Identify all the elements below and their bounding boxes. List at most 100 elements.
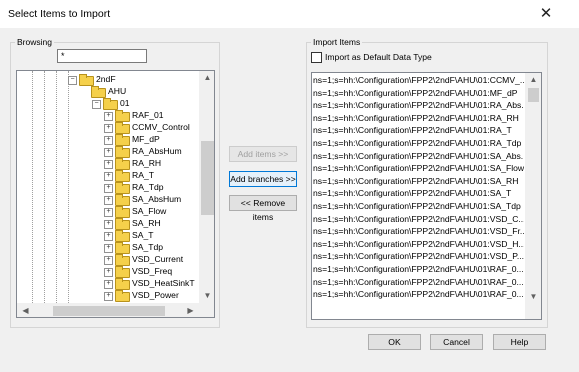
tree-item-label: VSD_HeatSinkT: [132, 278, 195, 288]
expand-icon[interactable]: +: [104, 184, 113, 193]
tree-item[interactable]: − 01: [17, 98, 199, 110]
collapse-icon[interactable]: −: [92, 100, 101, 109]
folder-icon: [115, 194, 130, 206]
tree-item-label: SA_Tdp: [132, 242, 164, 252]
list-item[interactable]: ns=1;s=hh:\Configuration\FPP2\2ndF\AHU\0…: [313, 113, 524, 124]
expand-icon[interactable]: +: [104, 160, 113, 169]
expand-icon[interactable]: +: [104, 232, 113, 241]
tree-item[interactable]: + CCMV_Control: [17, 122, 199, 134]
tree-scroll-thumb[interactable]: [201, 141, 214, 215]
folder-icon: [115, 182, 130, 194]
tree-item-label: CCMV_Control: [132, 122, 190, 132]
tree-item[interactable]: + RA_T: [17, 170, 199, 182]
expand-icon[interactable]: +: [104, 268, 113, 277]
expand-icon[interactable]: +: [104, 292, 113, 301]
add-branches-button[interactable]: Add branches >>: [229, 171, 297, 187]
tree-hscroll-thumb[interactable]: [53, 306, 165, 316]
tree-item-label: MF_dP: [132, 134, 160, 144]
list-item[interactable]: ns=1;s=hh:\Configuration\FPP2\2ndF\AHU\0…: [313, 125, 524, 136]
expand-icon[interactable]: +: [104, 196, 113, 205]
tree-item[interactable]: + VSD_HeatSinkT: [17, 278, 199, 290]
folder-icon: [115, 266, 130, 278]
tree-item-label: 2ndF: [96, 74, 116, 84]
help-button[interactable]: Help: [493, 334, 546, 350]
list-scroll-thumb[interactable]: [528, 88, 539, 102]
tree-item[interactable]: + RAF_01: [17, 110, 199, 122]
filter-input[interactable]: *: [57, 49, 147, 63]
import-items-list[interactable]: ns=1;s=hh:\Configuration\FPP2\2ndF\AHU\0…: [311, 72, 542, 320]
list-item[interactable]: ns=1;s=hh:\Configuration\FPP2\2ndF\AHU\0…: [313, 264, 524, 275]
tree-item-label: AHU: [108, 86, 127, 96]
expand-icon[interactable]: +: [104, 256, 113, 265]
tree-item[interactable]: + SA_Tdp: [17, 242, 199, 254]
tree-item[interactable]: + VSD_Current: [17, 254, 199, 266]
folder-icon: [115, 146, 130, 158]
add-items-button[interactable]: Add items >>: [229, 146, 297, 162]
tree-item-label: RA_Tdp: [132, 182, 164, 192]
tree-horizontal-scrollbar[interactable]: ◀ ▶: [17, 303, 199, 317]
list-item[interactable]: ns=1;s=hh:\Configuration\FPP2\2ndF\AHU\0…: [313, 239, 524, 250]
folder-icon: [115, 206, 130, 218]
scroll-left-icon[interactable]: ◀: [17, 306, 34, 316]
tree-item[interactable]: + RA_RH: [17, 158, 199, 170]
tree-item[interactable]: + VSD_Freq: [17, 266, 199, 278]
tree-item[interactable]: + VSD_Power: [17, 290, 199, 302]
tree-item-label: RA_AbsHum: [132, 146, 182, 156]
scroll-up-icon[interactable]: ▲: [525, 75, 541, 85]
list-vertical-scrollbar[interactable]: ▲ ▼: [525, 73, 541, 319]
scroll-up-icon[interactable]: ▲: [199, 73, 214, 83]
tree-item[interactable]: + MF_dP: [17, 134, 199, 146]
browsing-tree[interactable]: − 2ndF AHU −01 + RAF_01 + CCMV_Control + MF_dP + RA…: [16, 70, 215, 318]
expand-icon[interactable]: +: [104, 172, 113, 181]
expand-icon[interactable]: +: [104, 280, 113, 289]
list-item[interactable]: ns=1;s=hh:\Configuration\FPP2\2ndF\AHU\0…: [313, 251, 524, 262]
list-item[interactable]: ns=1;s=hh:\Configuration\FPP2\2ndF\AHU\0…: [313, 201, 524, 212]
list-item[interactable]: ns=1;s=hh:\Configuration\FPP2\2ndF\AHU\0…: [313, 75, 524, 86]
tree-item[interactable]: + SA_RH: [17, 218, 199, 230]
tree-vertical-scrollbar[interactable]: ▲ ▼: [199, 71, 214, 303]
close-icon[interactable]: ✕: [537, 5, 555, 23]
expand-icon[interactable]: +: [104, 136, 113, 145]
remove-items-button[interactable]: << Remove items: [229, 195, 297, 222]
scroll-down-icon[interactable]: ▼: [525, 292, 541, 302]
list-item[interactable]: ns=1;s=hh:\Configuration\FPP2\2ndF\AHU\0…: [313, 277, 524, 288]
folder-icon: [115, 242, 130, 254]
tree-item[interactable]: + SA_Flow: [17, 206, 199, 218]
tree-item[interactable]: + SA_T: [17, 230, 199, 242]
expand-icon[interactable]: +: [104, 220, 113, 229]
folder-icon: [115, 278, 130, 290]
tree-item[interactable]: + RA_Tdp: [17, 182, 199, 194]
expand-icon[interactable]: +: [104, 208, 113, 217]
tree-item[interactable]: − 2ndF: [17, 74, 199, 86]
expand-icon[interactable]: +: [104, 124, 113, 133]
scroll-down-icon[interactable]: ▼: [199, 291, 214, 301]
list-item[interactable]: ns=1;s=hh:\Configuration\FPP2\2ndF\AHU\0…: [313, 100, 524, 111]
list-item[interactable]: ns=1;s=hh:\Configuration\FPP2\2ndF\AHU\0…: [313, 214, 524, 225]
tree-item-label: SA_Flow: [132, 206, 167, 216]
collapse-icon[interactable]: −: [68, 76, 77, 85]
list-item[interactable]: ns=1;s=hh:\Configuration\FPP2\2ndF\AHU\0…: [313, 176, 524, 187]
cancel-button[interactable]: Cancel: [430, 334, 483, 350]
expand-icon[interactable]: +: [104, 112, 113, 121]
list-item[interactable]: ns=1;s=hh:\Configuration\FPP2\2ndF\AHU\0…: [313, 138, 524, 149]
tree-item[interactable]: + SA_AbsHum: [17, 194, 199, 206]
tree-item-label: RA_T: [132, 170, 154, 180]
expand-icon[interactable]: +: [104, 148, 113, 157]
list-item[interactable]: ns=1;s=hh:\Configuration\FPP2\2ndF\AHU\0…: [313, 226, 524, 237]
list-item[interactable]: ns=1;s=hh:\Configuration\FPP2\2ndF\AHU\0…: [313, 151, 524, 162]
list-item[interactable]: ns=1;s=hh:\Configuration\FPP2\2ndF\AHU\0…: [313, 163, 524, 174]
ok-button[interactable]: OK: [368, 334, 421, 350]
tree-item-label: VSD_Freq: [132, 266, 173, 276]
folder-icon: [115, 122, 130, 134]
list-item[interactable]: ns=1;s=hh:\Configuration\FPP2\2ndF\AHU\0…: [313, 88, 524, 99]
tree-item-label: RA_RH: [132, 158, 162, 168]
scroll-right-icon[interactable]: ▶: [182, 306, 199, 316]
tree-item[interactable]: + RA_AbsHum: [17, 146, 199, 158]
folder-open-icon: [91, 86, 106, 98]
list-item[interactable]: ns=1;s=hh:\Configuration\FPP2\2ndF\AHU\0…: [313, 188, 524, 199]
expand-icon[interactable]: +: [104, 244, 113, 253]
tree-item[interactable]: AHU: [17, 86, 199, 98]
default-type-checkbox[interactable]: [311, 52, 322, 63]
tree-item-label: RAF_01: [132, 110, 164, 120]
list-item[interactable]: ns=1;s=hh:\Configuration\FPP2\2ndF\AHU\0…: [313, 289, 524, 300]
